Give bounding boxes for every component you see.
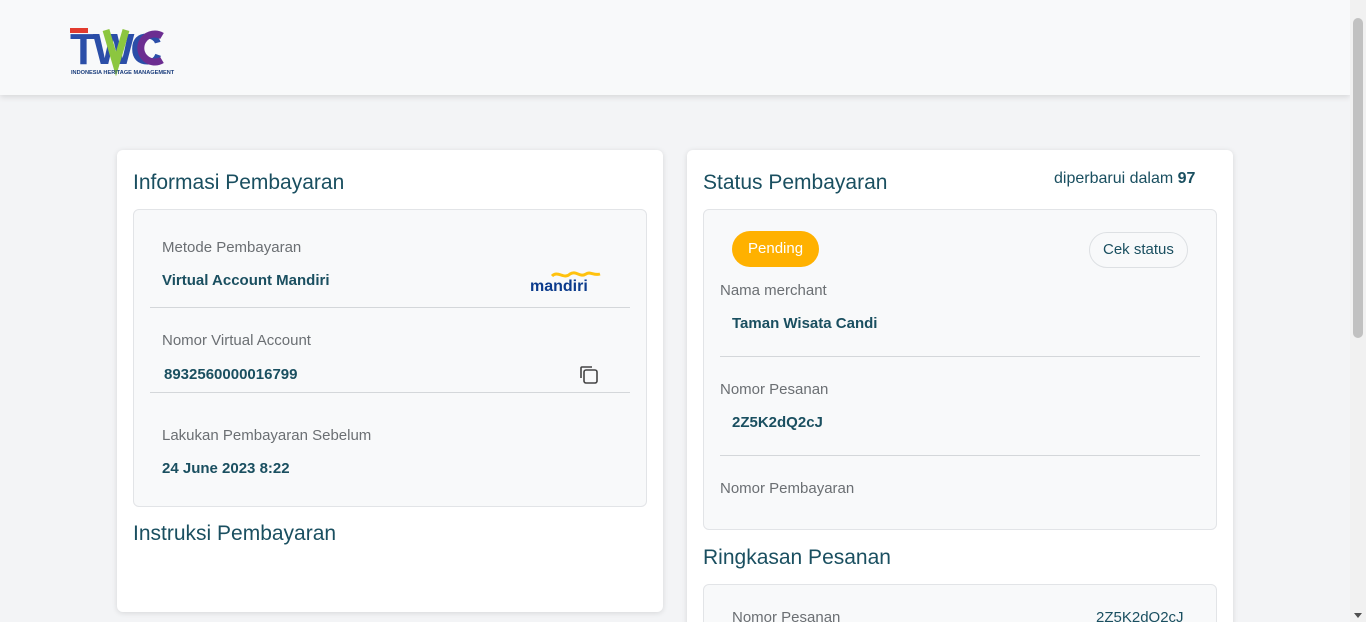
page-scrollbar[interactable]: [1350, 0, 1366, 622]
payment-info-panel: Metode Pembayaran Virtual Account Mandir…: [133, 209, 647, 507]
va-label: Nomor Virtual Account: [162, 332, 311, 349]
update-countdown: diperbarui dalam 97: [1054, 170, 1195, 188]
update-prefix: diperbarui dalam: [1054, 170, 1174, 187]
copy-icon[interactable]: [578, 364, 600, 386]
scroll-down-arrow-icon[interactable]: [1354, 613, 1362, 618]
logo-tagline: INDONESIA HERITAGE MANAGEMENT: [71, 70, 175, 76]
merchant-value: Taman Wisata Candi: [732, 315, 878, 332]
scrollbar-thumb[interactable]: [1353, 18, 1363, 338]
deadline-value: 24 June 2023 8:22: [162, 460, 290, 477]
bank-logo-text: mandiri: [530, 278, 588, 294]
order-number-value: 2Z5K2dQ2cJ: [732, 414, 823, 431]
instructions-title: Instruksi Pembayaran: [133, 522, 337, 545]
divider: [150, 392, 630, 393]
order-summary-title: Ringkasan Pesanan: [703, 546, 891, 569]
divider: [720, 356, 1200, 357]
payment-status-title: Status Pembayaran: [703, 171, 888, 194]
top-header: TWC INDONESIA HERITAGE MANAGEMENT: [0, 0, 1350, 95]
method-label: Metode Pembayaran: [162, 239, 302, 256]
status-badge: Pending: [732, 231, 820, 267]
payment-status-panel: Pending Cek status Nama merchant Taman W…: [703, 209, 1217, 530]
summary-order-label: Nomor Pesanan: [732, 609, 841, 622]
check-status-button[interactable]: Cek status: [1089, 232, 1188, 268]
payment-info-card: Informasi Pembayaran Metode Pembayaran V…: [117, 150, 663, 612]
order-number-label: Nomor Pesanan: [720, 381, 829, 398]
merchant-label: Nama merchant: [720, 282, 827, 299]
payment-info-title: Informasi Pembayaran: [133, 171, 345, 194]
payment-status-card: Status Pembayaran diperbarui dalam 97 Pe…: [687, 150, 1233, 622]
method-value: Virtual Account Mandiri: [162, 272, 330, 289]
payment-number-label: Nomor Pembayaran: [720, 480, 855, 497]
twc-logo[interactable]: TWC INDONESIA HERITAGE MANAGEMENT: [70, 24, 185, 76]
mandiri-logo: mandiri: [530, 271, 601, 294]
divider: [720, 455, 1200, 456]
deadline-label: Lakukan Pembayaran Sebelum: [162, 427, 372, 444]
va-number: 8932560000016799: [164, 366, 298, 383]
order-summary-panel: Nomor Pesanan 2Z5K2dQ2cJ: [703, 584, 1217, 622]
divider: [150, 307, 630, 308]
update-seconds: 97: [1177, 170, 1196, 187]
summary-order-value: 2Z5K2dQ2cJ: [1096, 609, 1184, 622]
